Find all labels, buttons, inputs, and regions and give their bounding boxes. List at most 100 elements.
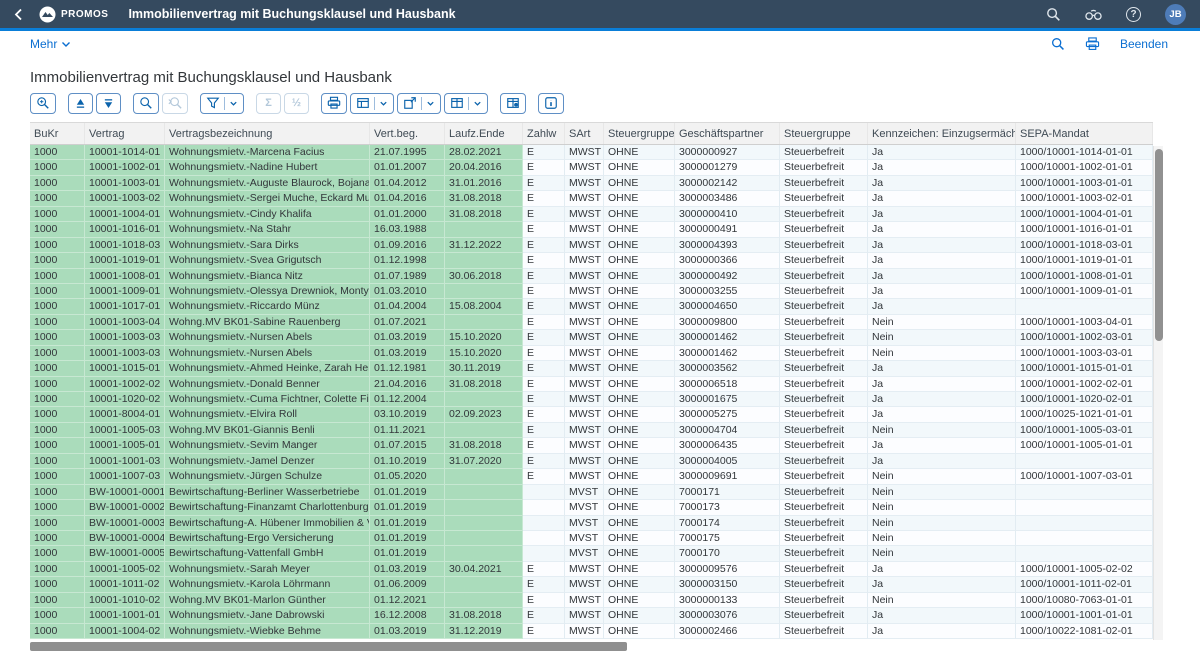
- table-row[interactable]: 1000 10001-1015-01 Wohnungsmietv.-Ahmed He…: [30, 361, 1153, 377]
- horizontal-scrollbar[interactable]: [30, 642, 1163, 652]
- avatar[interactable]: JB: [1165, 3, 1186, 25]
- table-row[interactable]: 1000 BW-10001-0002 Bewirtschaftung-Finanza…: [30, 500, 1153, 516]
- table-row[interactable]: 1000 10001-1008-01 Wohnungsmietv.-Bianca N…: [30, 268, 1153, 284]
- table-cell: Ja: [868, 253, 1016, 269]
- table-row[interactable]: 1000 10001-1020-02 Wohnungsmietv.-Cuma Fic…: [30, 392, 1153, 408]
- chevron-down-icon[interactable]: [473, 99, 482, 108]
- vertical-scrollbar[interactable]: [1153, 146, 1163, 640]
- table-cell: OHNE: [604, 453, 675, 470]
- filter-button[interactable]: [200, 92, 244, 114]
- help-icon[interactable]: ?: [1126, 6, 1141, 22]
- table-cell: Wohnungsmietv.-Nadine Hubert: [165, 160, 370, 176]
- table-row[interactable]: 1000 10001-1002-01 Wohnungsmietv.-Nadine H…: [30, 160, 1153, 176]
- table-cell: 30.04.2021: [445, 561, 523, 578]
- sort-descending-button[interactable]: [96, 92, 121, 114]
- table-row[interactable]: 1000 BW-10001-0005 Bewirtschaftung-Vattenf…: [30, 546, 1153, 562]
- table-cell: 1000: [30, 191, 85, 207]
- table-row[interactable]: 1000 10001-1019-01 Wohnungsmietv.-Svea Gri…: [30, 253, 1153, 269]
- export-button[interactable]: [397, 92, 441, 114]
- table-row[interactable]: 1000 10001-1003-02 Wohnungsmietv.-Sergei M…: [30, 191, 1153, 207]
- horizontal-scrollbar-thumb[interactable]: [30, 642, 627, 651]
- table-cell: Steuerbefreit: [780, 299, 868, 315]
- table-cell: MWST: [565, 469, 604, 485]
- column-header[interactable]: Zahlw: [523, 123, 565, 144]
- table-cell: E: [523, 206, 565, 223]
- table-cell: 1000/10080-7063-01-01: [1016, 592, 1153, 609]
- table-row[interactable]: 1000 10001-1001-01 Wohnungsmietv.-Jane Dab…: [30, 608, 1153, 624]
- chevron-down-icon[interactable]: [379, 99, 388, 108]
- table-row[interactable]: 1000 10001-1018-03 Wohnungsmietv.-Sara Dir…: [30, 237, 1153, 254]
- table-cell: E: [523, 299, 565, 315]
- table-row[interactable]: 1000 10001-1004-01 Wohnungsmietv.-Cindy Kh…: [30, 206, 1153, 223]
- table-cell: 31.08.2018: [445, 438, 523, 454]
- column-header[interactable]: Vertrag: [85, 123, 165, 144]
- column-header[interactable]: SArt: [565, 123, 604, 144]
- table-row[interactable]: 1000 10001-1009-01 Wohnungsmietv.-Olessya …: [30, 283, 1153, 300]
- column-header[interactable]: SEPA-Mandat: [1016, 123, 1153, 144]
- table-cell: Steuerbefreit: [780, 191, 868, 207]
- chevron-down-icon[interactable]: [426, 99, 435, 108]
- table-cell: Steuerbefreit: [780, 361, 868, 377]
- table-cell: 7000174: [675, 515, 780, 531]
- table-row[interactable]: 1000 10001-1016-01 Wohnungsmietv.-Na Stahr…: [30, 222, 1153, 238]
- sort-ascending-button[interactable]: [68, 92, 93, 114]
- find-button[interactable]: [133, 92, 159, 114]
- column-header[interactable]: Geschäftspartner: [675, 123, 780, 144]
- table-row[interactable]: 1000 10001-1003-04 Wohng.MV BK01-Sabine Ra…: [30, 314, 1153, 331]
- table-row[interactable]: 1000 10001-1005-02 Wohnungsmietv.-Sarah Me…: [30, 561, 1153, 578]
- table-row[interactable]: 1000 10001-1017-01 Wohnungsmietv.-Riccardo…: [30, 299, 1153, 315]
- column-header[interactable]: Kennzeichen: Einzugsermächtigung: [868, 123, 1016, 144]
- views-button[interactable]: [350, 92, 394, 114]
- table-cell: E: [523, 561, 565, 578]
- binoculars-icon[interactable]: [1085, 7, 1102, 21]
- table-row[interactable]: 1000 10001-1010-02 Wohng.MV BK01-Marlon Gü…: [30, 592, 1153, 609]
- table-cell: [445, 592, 523, 609]
- print-button[interactable]: [321, 92, 347, 114]
- search-icon[interactable]: [1046, 7, 1061, 22]
- table-row[interactable]: 1000 10001-8004-01 Wohnungsmietv.-Elvira R…: [30, 407, 1153, 423]
- manage-layout-button[interactable]: [500, 92, 526, 114]
- table-cell: MWST: [565, 175, 604, 192]
- details-button[interactable]: [30, 92, 56, 114]
- column-header[interactable]: Steuergruppe: [780, 123, 868, 144]
- print-icon[interactable]: [1085, 37, 1100, 51]
- vertical-scrollbar-thumb[interactable]: [1155, 149, 1163, 341]
- table-cell: 20.04.2016: [445, 160, 523, 176]
- table-row[interactable]: 1000 10001-1004-02 Wohnungsmietv.-Wiebke B…: [30, 623, 1153, 639]
- beenden-button[interactable]: Beenden: [1120, 37, 1168, 51]
- table-row[interactable]: 1000 BW-10001-0003 Bewirtschaftung-A. Hübe…: [30, 515, 1153, 531]
- table-row[interactable]: 1000 BW-10001-0001 Bewirtschaftung-Berline…: [30, 484, 1153, 501]
- printer-icon: [327, 96, 341, 110]
- column-header[interactable]: Laufz.Ende: [445, 123, 523, 144]
- table-row[interactable]: 1000 10001-1011-02 Wohnungsmietv.-Karola L…: [30, 577, 1153, 593]
- column-header[interactable]: Steuergruppe: [604, 123, 675, 144]
- table-row[interactable]: 1000 10001-1007-03 Wohnungsmietv.-Jürgen S…: [30, 469, 1153, 485]
- column-header[interactable]: Vert.beg.: [370, 123, 445, 144]
- column-header[interactable]: Vertragsbezeichnung: [165, 123, 370, 144]
- table-row[interactable]: 1000 BW-10001-0004 Bewirtschaftung-Ergo Ve…: [30, 530, 1153, 547]
- back-icon[interactable]: [14, 8, 23, 21]
- table-cell: 1000: [30, 330, 85, 346]
- table-cell: Ja: [868, 145, 1016, 161]
- mehr-menu-button[interactable]: Mehr: [30, 37, 71, 51]
- table-row[interactable]: 1000 10001-1005-03 Wohng.MV BK01-Giannis B…: [30, 422, 1153, 439]
- table-cell: MWST: [565, 160, 604, 176]
- table-row[interactable]: 1000 10001-1003-01 Wohnungsmietv.-Auguste …: [30, 175, 1153, 192]
- table-cell: Nein: [868, 469, 1016, 485]
- table-row[interactable]: 1000 10001-1014-01 Wohnungsmietv.-Marcena …: [30, 145, 1153, 161]
- search-icon[interactable]: [1051, 37, 1065, 51]
- table-cell: E: [523, 392, 565, 408]
- table-cell: Bewirtschaftung-Vattenfall GmbH: [165, 546, 370, 562]
- choose-layout-button[interactable]: [444, 92, 488, 114]
- table-row[interactable]: 1000 10001-1003-03 Wohnungsmietv.-Nursen A…: [30, 330, 1153, 346]
- table-row[interactable]: 1000 10001-1005-01 Wohnungsmietv.-Sevim Ma…: [30, 438, 1153, 454]
- table-row[interactable]: 1000 10001-1002-02 Wohnungsmietv.-Donald B…: [30, 376, 1153, 392]
- table-cell: 1000: [30, 206, 85, 223]
- chevron-down-icon[interactable]: [229, 99, 238, 108]
- table-cell: Wohnungsmietv.-Elvira Roll: [165, 407, 370, 423]
- promos-logo[interactable]: PROMOS: [39, 6, 108, 23]
- info-button[interactable]: [538, 92, 564, 114]
- column-header[interactable]: BuKr: [30, 123, 85, 144]
- table-row[interactable]: 1000 10001-1003-03 Wohnungsmietv.-Nursen A…: [30, 345, 1153, 362]
- table-row[interactable]: 1000 10001-1001-03 Wohnungsmietv.-Jamel De…: [30, 453, 1153, 470]
